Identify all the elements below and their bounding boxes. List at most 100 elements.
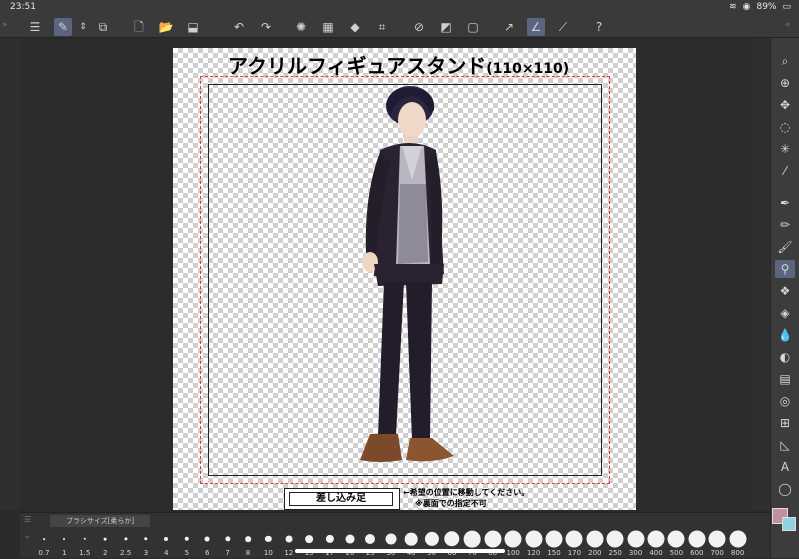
character-figure[interactable]: [340, 84, 470, 474]
open-folder-icon[interactable]: 📂: [157, 18, 175, 36]
clear-icon[interactable]: ⊘: [410, 18, 428, 36]
redo-icon[interactable]: ↷: [257, 18, 275, 36]
eyedropper-icon[interactable]: ⁄: [775, 162, 795, 180]
brush-size-cell[interactable]: 70: [462, 527, 482, 559]
text-icon[interactable]: A: [775, 458, 795, 476]
eraser-icon[interactable]: ◈: [775, 304, 795, 322]
brush-size-cell[interactable]: 800: [728, 527, 748, 559]
brush-size-cell[interactable]: 80: [483, 527, 503, 559]
tool-3-icon[interactable]: ⟋: [554, 18, 572, 36]
brush-size-cell[interactable]: 8: [238, 527, 258, 559]
tool-1-icon[interactable]: ↗: [500, 18, 518, 36]
brush-size-cell[interactable]: 50: [422, 527, 442, 559]
undo-icon[interactable]: ↶: [230, 18, 248, 36]
insert-foot-box[interactable]: 差し込み足: [284, 488, 400, 510]
brush-size-cell[interactable]: 60: [442, 527, 462, 559]
brush-size-cell[interactable]: 200: [585, 527, 605, 559]
brush-settings-icon[interactable]: ✎: [54, 18, 72, 36]
brush-size-dot: [525, 530, 543, 548]
brush-size-cell[interactable]: 6: [197, 527, 217, 559]
balloon-icon[interactable]: ◯: [775, 480, 795, 498]
brush-size-label: 170: [567, 549, 582, 557]
brush-size-cell[interactable]: 10: [258, 527, 278, 559]
rotate-icon[interactable]: ✥: [775, 96, 795, 114]
gradient-icon[interactable]: ▤: [775, 370, 795, 388]
crop-icon[interactable]: ⌗: [373, 18, 391, 36]
brush-size-label: 100: [506, 549, 520, 557]
menu-icon[interactable]: ☰: [26, 18, 44, 36]
pen-icon[interactable]: ✒: [775, 194, 795, 212]
brush-size-dot: [63, 538, 66, 540]
brush-size-cell[interactable]: 7: [218, 527, 238, 559]
panel-menu-icon[interactable]: ☰: [24, 515, 31, 524]
brush-size-cell[interactable]: 25: [360, 527, 380, 559]
brush-size-cell[interactable]: 150: [544, 527, 564, 559]
brush-size-cell[interactable]: 100: [503, 527, 523, 559]
brush-size-cell[interactable]: 250: [605, 527, 625, 559]
brush-size-cell[interactable]: 0.7: [34, 527, 54, 559]
brush-icon[interactable]: 🖌: [775, 238, 795, 256]
brush-size-dot: [325, 534, 334, 544]
tool-2-icon[interactable]: ∠: [527, 18, 545, 36]
save-icon[interactable]: ⬓: [184, 18, 202, 36]
brush-size-cell[interactable]: 400: [646, 527, 666, 559]
brush-size-cell[interactable]: 500: [666, 527, 686, 559]
airbrush-icon[interactable]: ⚲: [775, 260, 795, 278]
fill-bucket-icon[interactable]: ◐: [775, 348, 795, 366]
brush-size-cell[interactable]: 1: [54, 527, 74, 559]
shape-icon[interactable]: ◎: [775, 392, 795, 410]
stepper-icon[interactable]: ⇕: [74, 18, 92, 36]
brush-size-cell[interactable]: 170: [564, 527, 584, 559]
transform-icon[interactable]: ✺: [292, 18, 310, 36]
selection-icon[interactable]: ◆: [346, 18, 364, 36]
reference-icon[interactable]: ⧉: [94, 18, 112, 36]
brush-size-cell[interactable]: 300: [626, 527, 646, 559]
decoration-icon[interactable]: ❖: [775, 282, 795, 300]
brush-size-cell[interactable]: 700: [707, 527, 727, 559]
brush-size-dot: [688, 530, 706, 548]
canvas-title: アクリルフィギュアスタンド(110×110): [228, 50, 588, 78]
brush-size-cell[interactable]: 12: [279, 527, 299, 559]
frame-icon[interactable]: ▢: [464, 18, 482, 36]
brush-size-dot: [729, 530, 747, 548]
frame-border-icon[interactable]: ⊞: [775, 414, 795, 432]
brush-size-tab[interactable]: ブラシサイズ[柔らか]: [50, 515, 150, 527]
brush-size-cell[interactable]: 5: [177, 527, 197, 559]
brush-size-cell[interactable]: 40: [401, 527, 421, 559]
mask-icon[interactable]: ◩: [437, 18, 455, 36]
insert-note-1: ←希望の位置に移動してください。: [403, 488, 530, 497]
brush-size-cell[interactable]: 2: [95, 527, 115, 559]
brush-size-label: 8: [245, 549, 251, 557]
new-file-icon[interactable]: 🗋: [130, 18, 148, 36]
brush-size-cell[interactable]: 4: [156, 527, 176, 559]
brush-size-cell[interactable]: 17: [320, 527, 340, 559]
tool-palette: ⌕ ⊕ ✥ ◌ ✳ ⁄ ✒ ✏ 🖌 ⚲ ❖ ◈ 💧 ◐ ▤ ◎ ⊞ ◺ A ◯ …: [770, 38, 799, 558]
brush-size-cell[interactable]: 2.5: [116, 527, 136, 559]
magic-wand-icon[interactable]: ✳: [775, 140, 795, 158]
fill-icon[interactable]: ▦: [319, 18, 337, 36]
brush-size-cell[interactable]: 1.5: [75, 527, 95, 559]
search-icon[interactable]: ⌕: [775, 52, 795, 70]
brush-size-dot: [285, 535, 293, 543]
zoom-icon[interactable]: ⊕: [775, 74, 795, 92]
collapse-right-icon[interactable]: «: [785, 20, 791, 30]
lasso-icon[interactable]: ◌: [775, 118, 795, 136]
brush-size-cell[interactable]: 120: [524, 527, 544, 559]
collapse-left-icon[interactable]: »: [2, 20, 8, 30]
sub-color-swatch[interactable]: [782, 517, 796, 531]
help-icon[interactable]: ?: [590, 18, 608, 36]
blend-icon[interactable]: 💧: [775, 326, 795, 344]
panel-collapse-icon[interactable]: ⌄: [24, 531, 31, 540]
ruler-icon[interactable]: ◺: [775, 436, 795, 454]
pencil-icon[interactable]: ✏: [775, 216, 795, 234]
brush-size-label: 300: [628, 549, 643, 557]
brush-scrollbar[interactable]: [295, 549, 505, 553]
brush-size-dot: [484, 530, 502, 548]
brush-size-label: 5: [184, 549, 190, 557]
brush-size-cell[interactable]: 600: [687, 527, 707, 559]
brush-size-cell[interactable]: 3: [136, 527, 156, 559]
brush-size-cell[interactable]: 20: [340, 527, 360, 559]
brush-size-cell[interactable]: 30: [381, 527, 401, 559]
brush-size-cell[interactable]: 15: [299, 527, 319, 559]
brush-size-dot: [424, 531, 439, 547]
